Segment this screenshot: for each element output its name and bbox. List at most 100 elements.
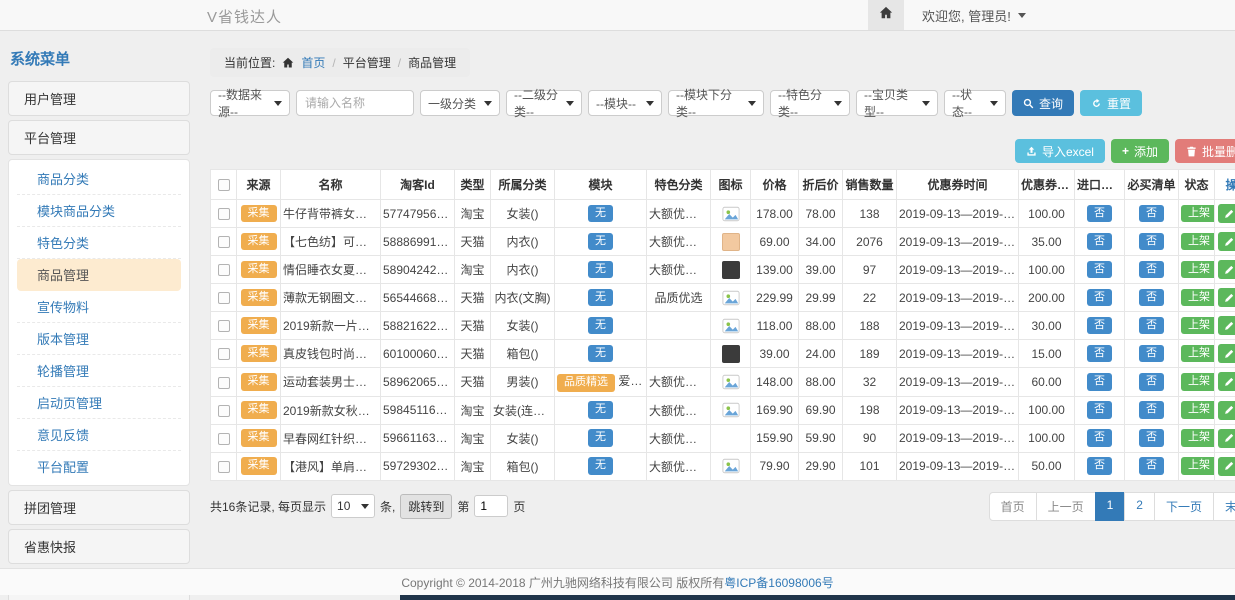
edit-button[interactable] xyxy=(1218,372,1235,391)
pager-next[interactable]: 下一页 xyxy=(1154,492,1214,521)
status-badge[interactable]: 上架 xyxy=(1181,429,1215,447)
import-select-badge[interactable]: 否 xyxy=(1087,317,1112,335)
page-number-input[interactable] xyxy=(474,495,508,517)
row-checkbox[interactable] xyxy=(218,292,230,304)
must-buy-badge[interactable]: 否 xyxy=(1139,401,1164,419)
import-select-badge[interactable]: 否 xyxy=(1087,429,1112,447)
filter-feature-category-select[interactable]: --特色分类-- xyxy=(770,90,850,116)
sidebar-subitem-商品分类[interactable]: 商品分类 xyxy=(17,163,181,195)
sidebar-section-用户管理[interactable]: 用户管理 xyxy=(8,81,190,116)
add-button[interactable]: + 添加 xyxy=(1111,139,1169,163)
edit-button[interactable] xyxy=(1218,316,1235,335)
row-checkbox[interactable] xyxy=(218,264,230,276)
status-badge[interactable]: 上架 xyxy=(1181,233,1215,251)
must-buy-badge[interactable]: 否 xyxy=(1139,429,1164,447)
status-badge[interactable]: 上架 xyxy=(1181,457,1215,475)
pager-page-1[interactable]: 1 xyxy=(1095,492,1126,521)
sidebar-subitem-商品管理[interactable]: 商品管理 xyxy=(17,259,181,291)
row-checkbox[interactable] xyxy=(218,433,230,445)
breadcrumb-separator: / xyxy=(398,56,401,70)
sidebar-section-省惠快报[interactable]: 省惠快报 xyxy=(8,529,190,564)
row-checkbox[interactable] xyxy=(218,377,230,389)
row-checkbox[interactable] xyxy=(218,405,230,417)
module-cell: 无 xyxy=(555,256,647,284)
pager-page-2[interactable]: 2 xyxy=(1124,492,1155,521)
sidebar-subitem-版本管理[interactable]: 版本管理 xyxy=(17,323,181,355)
filter-module-subcategory-select[interactable]: --模块下分类-- xyxy=(668,90,764,116)
jump-button[interactable]: 跳转到 xyxy=(400,494,452,519)
import-select-badge[interactable]: 否 xyxy=(1087,289,1112,307)
pager-last[interactable]: 末页 xyxy=(1213,492,1235,521)
status-badge[interactable]: 上架 xyxy=(1181,345,1215,363)
edit-button[interactable] xyxy=(1218,429,1235,448)
sidebar-subitem-意见反馈[interactable]: 意见反馈 xyxy=(17,419,181,451)
import-select-badge[interactable]: 否 xyxy=(1087,261,1112,279)
per-page-select[interactable]: 10 xyxy=(331,494,375,518)
import-select-badge[interactable]: 否 xyxy=(1087,233,1112,251)
must-buy-badge[interactable]: 否 xyxy=(1139,345,1164,363)
import-select-badge[interactable]: 否 xyxy=(1087,401,1112,419)
must-buy-badge[interactable]: 否 xyxy=(1139,457,1164,475)
sidebar-subitem-启动页管理[interactable]: 启动页管理 xyxy=(17,387,181,419)
import-excel-button[interactable]: 导入excel xyxy=(1015,139,1105,163)
import-select-badge[interactable]: 否 xyxy=(1087,457,1112,475)
home-button[interactable] xyxy=(868,0,904,30)
must-buy-badge[interactable]: 否 xyxy=(1139,205,1164,223)
status-badge[interactable]: 上架 xyxy=(1181,289,1215,307)
reset-button[interactable]: 重置 xyxy=(1080,90,1142,116)
row-checkbox[interactable] xyxy=(218,236,230,248)
module-cell: 无 xyxy=(555,312,647,340)
edit-button[interactable] xyxy=(1218,288,1235,307)
must-buy-badge[interactable]: 否 xyxy=(1139,261,1164,279)
source-badge: 采集 xyxy=(241,317,277,335)
must-buy-badge[interactable]: 否 xyxy=(1139,289,1164,307)
sidebar-section-平台管理[interactable]: 平台管理 xyxy=(8,120,190,155)
sidebar-section-拼团管理[interactable]: 拼团管理 xyxy=(8,490,190,525)
row-checkbox[interactable] xyxy=(218,320,230,332)
import-select-badge[interactable]: 否 xyxy=(1087,373,1112,391)
filter-status-select[interactable]: --状态-- xyxy=(944,90,1006,116)
must-buy-badge[interactable]: 否 xyxy=(1139,233,1164,251)
row-checkbox[interactable] xyxy=(218,208,230,220)
must-buy-badge[interactable]: 否 xyxy=(1139,373,1164,391)
edit-button[interactable] xyxy=(1218,232,1235,251)
edit-button[interactable] xyxy=(1218,457,1235,476)
must-buy-badge[interactable]: 否 xyxy=(1139,317,1164,335)
edit-button[interactable] xyxy=(1218,260,1235,279)
row-checkbox[interactable] xyxy=(218,461,230,473)
status-badge[interactable]: 上架 xyxy=(1181,401,1215,419)
sidebar-subitem-平台配置[interactable]: 平台配置 xyxy=(17,451,181,482)
pager-prev[interactable]: 上一页 xyxy=(1036,492,1096,521)
status-badge[interactable]: 上架 xyxy=(1181,261,1215,279)
sidebar-subitem-特色分类[interactable]: 特色分类 xyxy=(17,227,181,259)
select-all-checkbox[interactable] xyxy=(218,179,230,191)
status-badge[interactable]: 上架 xyxy=(1181,373,1215,391)
filter-item-type-select[interactable]: --宝贝类型-- xyxy=(856,90,938,116)
status-badge[interactable]: 上架 xyxy=(1181,205,1215,223)
pager-first[interactable]: 首页 xyxy=(989,492,1037,521)
status-badge[interactable]: 上架 xyxy=(1181,317,1215,335)
breadcrumb-home-link[interactable]: 首页 xyxy=(301,54,325,71)
batch-delete-button[interactable]: 批量删除 xyxy=(1175,139,1235,163)
filter-module-select[interactable]: --模块-- xyxy=(588,90,662,116)
search-button[interactable]: 查询 xyxy=(1012,90,1074,116)
import-select-badge[interactable]: 否 xyxy=(1087,205,1112,223)
edit-button[interactable] xyxy=(1218,344,1235,363)
table-row: 采集真皮钱包时尚优雅女士...601000601341天猫箱包()无39.002… xyxy=(211,340,1235,368)
user-menu[interactable]: 欢迎您, 管理员! xyxy=(922,6,1026,25)
edit-button[interactable] xyxy=(1218,204,1235,223)
price: 79.90 xyxy=(751,452,799,480)
edit-button[interactable] xyxy=(1218,401,1235,420)
icp-link[interactable]: 粤ICP备16098006号 xyxy=(724,574,833,591)
sidebar-subitem-宣传物料[interactable]: 宣传物料 xyxy=(17,291,181,323)
filter-data-source-select[interactable]: --数据来源-- xyxy=(210,90,290,116)
ops-cell xyxy=(1215,424,1235,452)
sidebar-subitem-轮播管理[interactable]: 轮播管理 xyxy=(17,355,181,387)
taoke-id: 565446685867 xyxy=(381,284,455,312)
row-checkbox[interactable] xyxy=(218,348,230,360)
import-select-badge[interactable]: 否 xyxy=(1087,345,1112,363)
filter-level1-category-select[interactable]: 一级分类 xyxy=(420,90,500,116)
sidebar-subitem-模块商品分类[interactable]: 模块商品分类 xyxy=(17,195,181,227)
filter-level2-category-select[interactable]: --二级分类-- xyxy=(506,90,582,116)
name-filter-input[interactable] xyxy=(296,90,414,116)
